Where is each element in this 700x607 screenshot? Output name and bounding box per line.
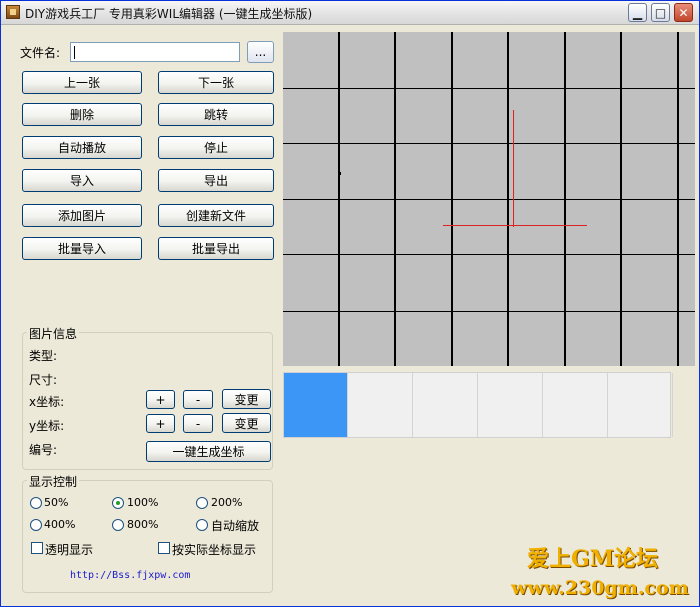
id-label: 编号: — [29, 443, 58, 457]
transparent-label: 透明显示 — [45, 543, 94, 557]
y-plus-button[interactable]: + — [146, 414, 175, 433]
grid-line — [283, 311, 695, 312]
thumbnail-4[interactable] — [479, 373, 543, 437]
zoom-200-radio[interactable] — [196, 497, 208, 509]
minimize-button[interactable]: ▁ — [628, 3, 647, 22]
maximize-button[interactable]: □ — [651, 3, 670, 22]
close-icon: ✕ — [678, 5, 689, 20]
grid-line — [283, 88, 695, 89]
zoom-400-radio[interactable] — [30, 519, 42, 531]
text-caret — [74, 46, 75, 59]
thumbnail-6[interactable] — [609, 373, 673, 437]
browse-button[interactable]: ... — [247, 41, 274, 63]
forum-link[interactable]: http://Bss.fjxpw.com — [70, 570, 190, 581]
zoom-auto-label: 自动缩放 — [211, 519, 260, 533]
stop-button[interactable]: 停止 — [158, 136, 274, 159]
delete-button[interactable]: 删除 — [22, 103, 142, 126]
batch-import-button[interactable]: 批量导入 — [22, 237, 142, 260]
prev-button[interactable]: 上一张 — [22, 71, 142, 94]
thumbnail-2[interactable] — [349, 373, 413, 437]
crosshair-horizontal — [443, 225, 587, 226]
canvas-marker — [340, 172, 341, 175]
grid-line — [283, 254, 695, 255]
image-info-title: 图片信息 — [27, 325, 80, 342]
filename-input[interactable] — [70, 42, 240, 62]
app-icon — [6, 5, 20, 19]
y-minus-button[interactable]: - — [183, 414, 213, 433]
image-canvas[interactable] — [283, 32, 695, 366]
y-coord-label: y坐标: — [29, 419, 65, 433]
zoom-100-label: 100% — [127, 496, 159, 509]
filename-label: 文件名: — [20, 46, 61, 60]
x-plus-button[interactable]: + — [146, 390, 175, 409]
title-bar[interactable]: DIY游戏兵工厂 专用真彩WIL编辑器 (一键生成坐标版) ▁ □ ✕ — [1, 1, 699, 25]
thumbnail-5[interactable] — [544, 373, 608, 437]
watermark-logo-text: 爱上GM论坛 — [527, 546, 659, 572]
zoom-800-radio[interactable] — [112, 519, 124, 531]
grid-line — [283, 143, 695, 144]
maximize-icon: □ — [654, 5, 667, 20]
zoom-100-radio[interactable] — [112, 497, 124, 509]
zoom-auto-radio[interactable] — [196, 519, 208, 531]
next-button[interactable]: 下一张 — [158, 71, 274, 94]
thumbnail-1[interactable] — [284, 373, 348, 437]
jump-button[interactable]: 跳转 — [158, 103, 274, 126]
add-image-button[interactable]: 添加图片 — [22, 204, 142, 227]
transparent-checkbox[interactable] — [31, 542, 43, 554]
x-minus-button[interactable]: - — [183, 390, 213, 409]
zoom-50-radio[interactable] — [30, 497, 42, 509]
autoplay-button[interactable]: 自动播放 — [22, 136, 142, 159]
zoom-50-label: 50% — [44, 496, 69, 509]
type-label: 类型: — [29, 349, 58, 363]
x-coord-label: x坐标: — [29, 395, 65, 409]
close-button[interactable]: ✕ — [674, 3, 693, 22]
app-window: DIY游戏兵工厂 专用真彩WIL编辑器 (一键生成坐标版) ▁ □ ✕ 文件名:… — [0, 0, 700, 607]
crosshair-vertical — [513, 110, 514, 227]
new-file-button[interactable]: 创建新文件 — [158, 204, 274, 227]
thumbnail-strip — [283, 372, 673, 438]
actual-coord-label: 按实际坐标显示 — [172, 543, 257, 557]
zoom-400-label: 400% — [44, 518, 76, 531]
batch-export-button[interactable]: 批量导出 — [158, 237, 274, 260]
generate-coords-button[interactable]: 一键生成坐标 — [146, 441, 271, 462]
actual-coord-checkbox[interactable] — [158, 542, 170, 554]
grid-line — [283, 199, 695, 200]
display-control-title: 显示控制 — [27, 473, 80, 490]
window-title: DIY游戏兵工厂 专用真彩WIL编辑器 (一键生成坐标版) — [25, 7, 313, 21]
import-button[interactable]: 导入 — [22, 169, 142, 192]
y-change-button[interactable]: 变更 — [222, 413, 271, 433]
minimize-icon: ▁ — [632, 5, 643, 20]
watermark-url: www.230gm.com — [511, 577, 689, 599]
export-button[interactable]: 导出 — [158, 169, 274, 192]
thumbnail-3[interactable] — [414, 373, 478, 437]
size-label: 尺寸: — [29, 373, 58, 387]
zoom-200-label: 200% — [211, 496, 243, 509]
x-change-button[interactable]: 变更 — [222, 389, 271, 409]
zoom-800-label: 800% — [127, 518, 159, 531]
